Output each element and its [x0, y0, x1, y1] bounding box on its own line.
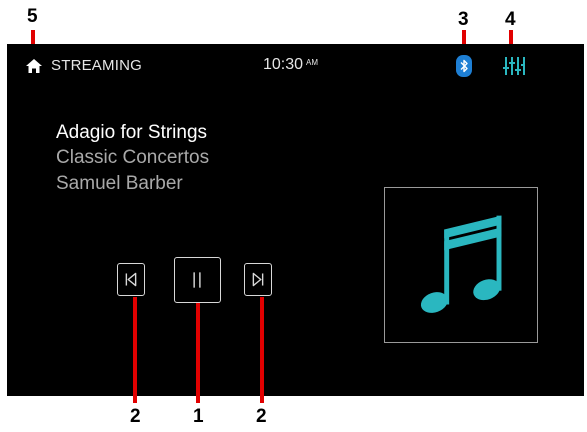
- callout-bluetooth-number: 3: [458, 9, 469, 30]
- head-unit-screen: STREAMING 10:30 AM Adagio for Strings Cla…: [7, 44, 584, 396]
- callout-prev-number: 2: [130, 406, 141, 427]
- skip-previous-icon: [125, 272, 137, 287]
- callout-next-number: 2: [256, 406, 267, 427]
- track-title: Adagio for Strings: [56, 122, 208, 143]
- album-art: [384, 187, 538, 343]
- clock-ampm: AM: [306, 58, 319, 67]
- track-album: Classic Concertos: [56, 147, 210, 168]
- callout-pause-line: [196, 303, 200, 403]
- callout-equalizer-number: 4: [505, 9, 516, 30]
- source-label: STREAMING: [51, 57, 142, 74]
- pause-button[interactable]: [174, 257, 221, 303]
- pause-icon: [193, 272, 201, 288]
- home-icon[interactable]: [25, 58, 43, 74]
- next-track-button[interactable]: [244, 263, 272, 296]
- bluetooth-icon[interactable]: [456, 55, 472, 77]
- clock: 10:30 AM: [263, 56, 318, 74]
- equalizer-icon[interactable]: [503, 56, 525, 76]
- clock-time: 10:30: [263, 56, 304, 73]
- skip-next-icon: [252, 272, 264, 287]
- track-artist: Samuel Barber: [56, 173, 183, 194]
- callout-pause-number: 1: [193, 406, 204, 427]
- callout-prev-line: [133, 297, 137, 403]
- previous-track-button[interactable]: [117, 263, 145, 296]
- music-note-icon: [420, 215, 502, 313]
- callout-next-line: [260, 297, 264, 403]
- callout-home-number: 5: [27, 6, 38, 27]
